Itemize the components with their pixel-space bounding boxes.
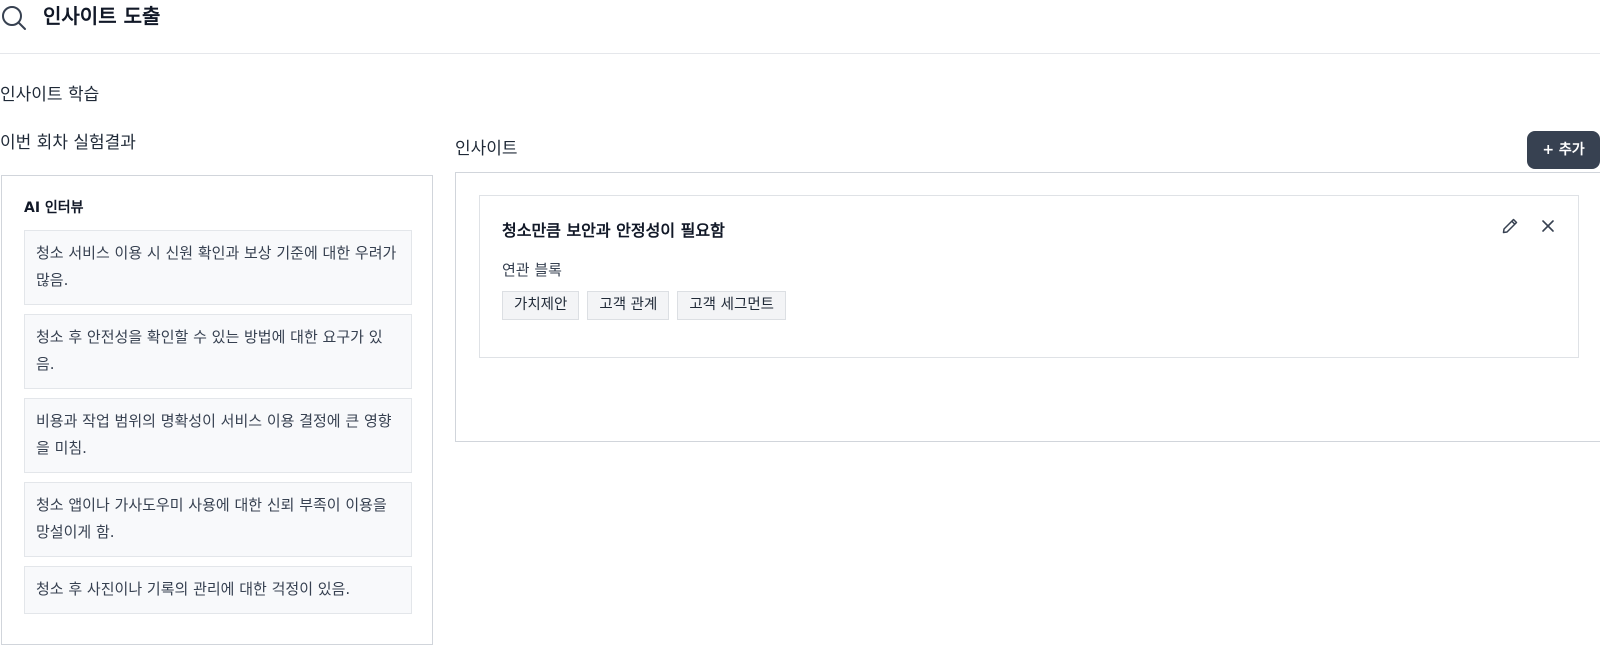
ai-interview-label: AI 인터뷰: [24, 200, 84, 216]
result-item[interactable]: 청소 앱이나 가사도우미 사용에 대한 신뢰 부족이 이용을 망설이게 함.: [24, 482, 412, 557]
tag-value-proposition: 가치제안: [502, 291, 580, 320]
related-blocks-tags: 가치제안 고객 관계 고객 세그먼트: [502, 291, 786, 320]
insight-card-title: 청소만큼 보안과 안정성이 필요함: [502, 221, 725, 240]
result-item[interactable]: 청소 후 사진이나 기록의 관리에 대한 걱정이 있음.: [24, 566, 412, 614]
tag-customer-segments: 고객 세그먼트: [677, 291, 786, 320]
experiment-results-panel: AI 인터뷰 청소 서비스 이용 시 신원 확인과 보상 기준에 대한 우려가 …: [1, 175, 433, 645]
card-actions: [1500, 216, 1558, 236]
related-blocks-label: 연관 블록: [502, 261, 562, 279]
pencil-icon[interactable]: [1500, 216, 1520, 236]
page-title: 인사이트 도출: [43, 4, 161, 28]
insight-card: 청소만큼 보안과 안정성이 필요함 연관 블록 가치제안 고객 관계 고객 세그…: [479, 195, 1579, 358]
insights-panel: 청소만큼 보안과 안정성이 필요함 연관 블록 가치제안 고객 관계 고객 세그…: [455, 172, 1600, 442]
page-header: 인사이트 도출: [0, 0, 1600, 54]
insights-title: 인사이트: [455, 139, 518, 159]
result-item[interactable]: 청소 후 안전성을 확인할 수 있는 방법에 대한 요구가 있음.: [24, 314, 412, 389]
experiment-results-title: 이번 회차 실험결과: [0, 133, 136, 153]
add-insight-button[interactable]: + 추가: [1527, 131, 1600, 169]
tag-customer-relationships: 고객 관계: [587, 291, 670, 320]
result-item[interactable]: 청소 서비스 이용 시 신원 확인과 보상 기준에 대한 우려가 많음.: [24, 230, 412, 305]
search-icon[interactable]: [0, 4, 28, 32]
result-list: 청소 서비스 이용 시 신원 확인과 보상 기준에 대한 우려가 많음. 청소 …: [24, 230, 412, 623]
result-item[interactable]: 비용과 작업 범위의 명확성이 서비스 이용 결정에 큰 영향을 미침.: [24, 398, 412, 473]
section-title: 인사이트 학습: [0, 85, 100, 105]
close-icon[interactable]: [1538, 216, 1558, 236]
